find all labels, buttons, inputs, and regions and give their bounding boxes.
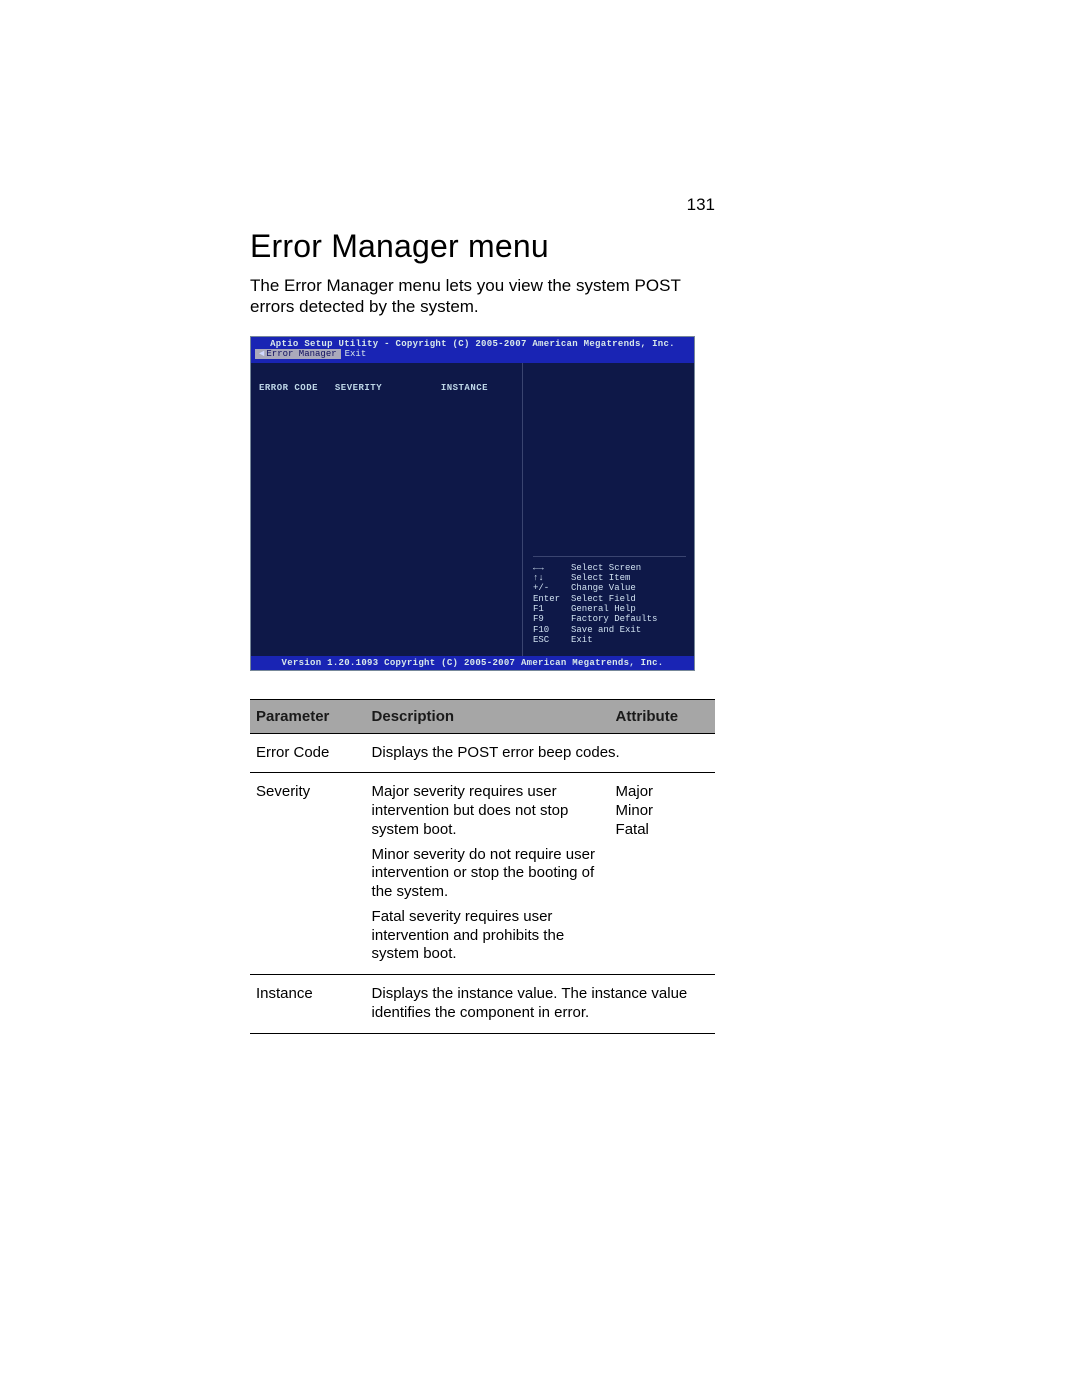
table-row: Error Code Displays the POST error beep … [250,733,715,773]
cell-param: Severity [250,773,366,975]
desc-line: Displays the POST error beep codes. [372,744,711,763]
help-key: ←→ [533,563,571,573]
bios-left-pane: ERROR CODE SEVERITY INSTANCE [251,363,523,656]
bios-right-pane: ←→Select Screen ↑↓Select Item +/-Change … [523,363,694,656]
help-key: F10 [533,625,571,635]
attr-line: Major [616,783,711,802]
help-key: ESC [533,635,571,645]
desc-line: Displays the instance value. The instanc… [372,985,711,1023]
tab-label: Error Manager [266,349,336,359]
bios-tabs: ◄Error Manager Exit [251,349,694,361]
section-title: Error Manager menu [250,228,830,265]
tab-error-manager: ◄Error Manager [255,349,341,359]
tab-exit: Exit [341,349,371,359]
bios-copyright-top: Aptio Setup Utility - Copyright (C) 2005… [251,339,694,349]
cell-param: Error Code [250,733,366,773]
intro-text: The Error Manager menu lets you view the… [250,275,710,318]
desc-line: Minor severity do not require user inter… [372,846,606,902]
bios-body: ERROR CODE SEVERITY INSTANCE ←→Select Sc… [251,363,694,656]
help-val: Factory Defaults [571,614,686,624]
cell-desc: Displays the instance value. The instanc… [366,975,715,1034]
bios-screenshot: Aptio Setup Utility - Copyright (C) 2005… [250,336,695,671]
table-row: Severity Major severity requires user in… [250,773,715,975]
cell-desc: Major severity requires user interventio… [366,773,610,975]
document-page: 131 Error Manager menu The Error Manager… [0,0,1080,1397]
help-val: Exit [571,635,686,645]
help-val: Select Screen [571,563,686,573]
desc-line: Fatal severity requires user interventio… [372,908,606,964]
help-key: F9 [533,614,571,624]
desc-line: Major severity requires user interventio… [372,783,606,839]
parameter-table: Parameter Description Attribute Error Co… [250,699,715,1034]
bios-copyright-bottom: Version 1.20.1093 Copyright (C) 2005-200… [251,656,694,670]
help-val: Select Item [571,573,686,583]
th-attribute: Attribute [610,699,715,733]
cell-attr: Major Minor Fatal [610,773,715,975]
help-val: General Help [571,604,686,614]
page-number: 131 [687,195,715,215]
help-key: Enter [533,594,571,604]
cell-desc: Displays the POST error beep codes. [366,733,715,773]
bios-header: Aptio Setup Utility - Copyright (C) 2005… [251,337,694,363]
help-val: Select Field [571,594,686,604]
bios-col-severity: SEVERITY [335,383,405,393]
th-parameter: Parameter [250,699,366,733]
bios-col-error: ERROR CODE [259,383,329,393]
bios-column-headers: ERROR CODE SEVERITY INSTANCE [259,383,514,393]
bios-help-block: ←→Select Screen ↑↓Select Item +/-Change … [533,556,686,646]
bios-col-instance: INSTANCE [441,383,501,393]
attr-line: Minor [616,802,711,821]
help-key: F1 [533,604,571,614]
cell-param: Instance [250,975,366,1034]
left-arrow-icon: ◄ [259,349,264,359]
help-key: +/- [533,583,571,593]
help-val: Save and Exit [571,625,686,635]
help-val: Change Value [571,583,686,593]
help-key: ↑↓ [533,573,571,583]
attr-line: Fatal [616,821,711,840]
table-row: Instance Displays the instance value. Th… [250,975,715,1034]
th-description: Description [366,699,610,733]
